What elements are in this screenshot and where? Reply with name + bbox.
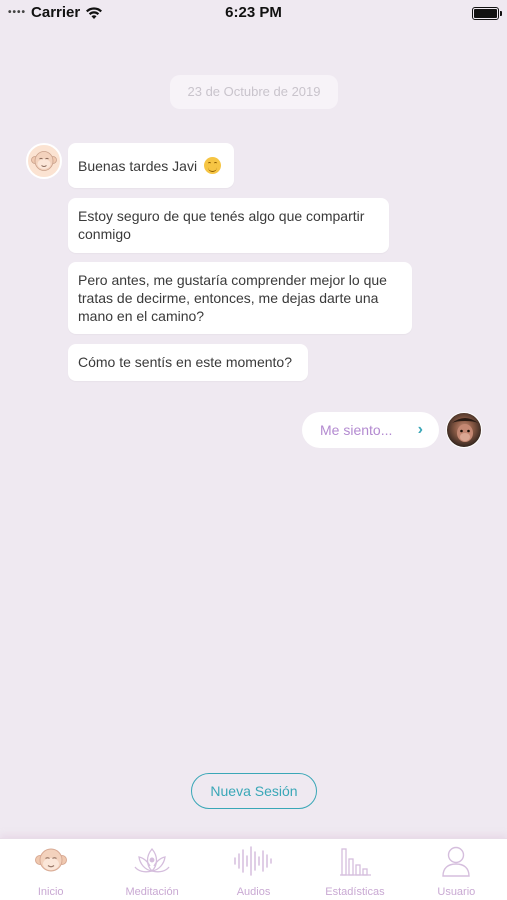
- tab-label: Estadísticas: [325, 886, 385, 898]
- battery-icon: [472, 7, 502, 20]
- tab-meditacion[interactable]: Meditación: [101, 839, 202, 900]
- bot-message: Pero antes, me gustaría comprender mejor…: [68, 262, 412, 334]
- battery-level: [474, 9, 497, 18]
- waveform-icon: [233, 846, 272, 876]
- reply-option-label: Me siento...: [320, 422, 393, 438]
- tab-inicio[interactable]: Inicio: [0, 839, 101, 900]
- tab-label: Inicio: [37, 886, 64, 898]
- user-photo: [452, 418, 478, 442]
- bot-avatar: [26, 143, 62, 179]
- reply-option-button[interactable]: Me siento... ›: [302, 412, 439, 448]
- bot-message: Cómo te sentís en este momento?: [68, 344, 308, 381]
- bot-message: Buenas tardes Javi: [68, 143, 234, 188]
- status-bar-time: 6:23 PM: [225, 4, 282, 21]
- user-icon: [442, 846, 471, 877]
- monkey-face-icon: [34, 848, 67, 872]
- chevron-right-icon: ›: [417, 421, 423, 438]
- tab-label: Meditación: [125, 886, 179, 898]
- status-bar: •••• Carrier 6:23 PM: [0, 0, 507, 28]
- tab-label: Audios: [236, 886, 271, 898]
- date-separator: 23 de Octubre de 2019: [170, 75, 338, 109]
- bot-message: Estoy seguro de que tenés algo que compa…: [68, 198, 389, 253]
- tab-label: Usuario: [437, 886, 476, 898]
- smiling-face-emoji-icon: [203, 157, 221, 174]
- monkey-face-icon: [31, 151, 57, 171]
- user-avatar: [446, 412, 482, 448]
- tab-estadisticas[interactable]: Estadísticas: [304, 839, 405, 900]
- tab-usuario[interactable]: Usuario: [406, 839, 507, 900]
- lotus-icon: [134, 848, 170, 873]
- tab-audios[interactable]: Audios: [203, 839, 304, 900]
- new-session-button[interactable]: Nueva Sesión: [191, 773, 317, 809]
- tab-bar: Inicio Meditación Audios Estadísticas Us…: [0, 838, 507, 900]
- bot-message-text: Buenas tardes Javi: [78, 158, 198, 174]
- bar-chart-icon: [339, 848, 371, 876]
